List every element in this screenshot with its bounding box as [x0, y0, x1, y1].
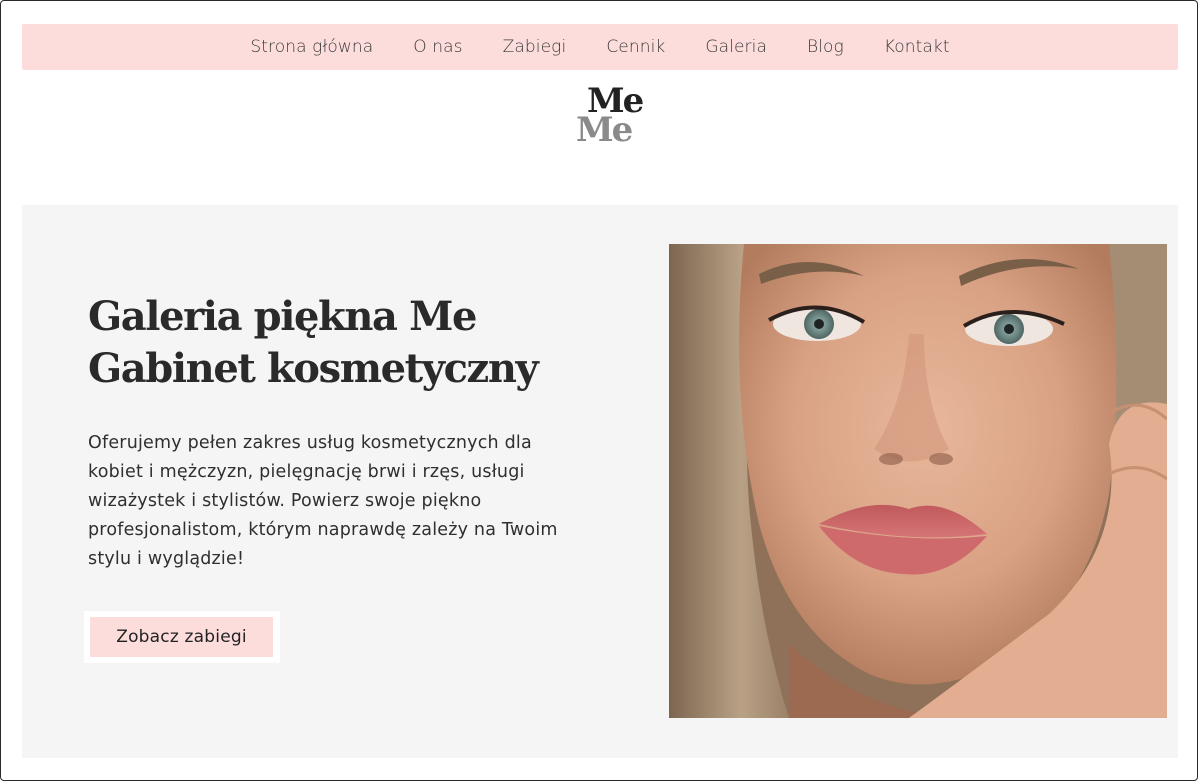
nav-item-home[interactable]: Strona główna — [250, 37, 373, 57]
see-treatments-button[interactable]: Zobacz zabiegi — [90, 617, 273, 657]
main-navigation: Strona główna O nas Zabiegi Cennik Galer… — [22, 24, 1178, 70]
browser-frame: Strona główna O nas Zabiegi Cennik Galer… — [0, 0, 1198, 781]
nav-item-gallery[interactable]: Galeria — [705, 37, 767, 57]
hero-title: Galeria piękna Me Gabinet kosmetyczny — [88, 291, 608, 395]
hero-description: Oferujemy pełen zakres usług kosmetyczny… — [88, 433, 558, 569]
nav-item-about[interactable]: O nas — [413, 37, 462, 57]
hero-portrait-image — [669, 244, 1167, 718]
logo-text-gray: Me — [576, 110, 633, 150]
hero-section: Galeria piękna Me Gabinet kosmetyczny Of… — [22, 205, 1178, 758]
nav-item-pricing[interactable]: Cennik — [606, 37, 665, 57]
nav-item-treatments[interactable]: Zabiegi — [503, 37, 567, 57]
cta-button-wrapper: Zobacz zabiegi — [84, 611, 280, 663]
hero-title-line2: Gabinet kosmetyczny — [88, 345, 539, 392]
nav-item-blog[interactable]: Blog — [807, 37, 844, 57]
hero-title-line1: Galeria piękna Me — [88, 293, 477, 340]
site-logo[interactable]: Me Me — [571, 81, 651, 151]
nav-item-contact[interactable]: Kontakt — [884, 37, 950, 57]
